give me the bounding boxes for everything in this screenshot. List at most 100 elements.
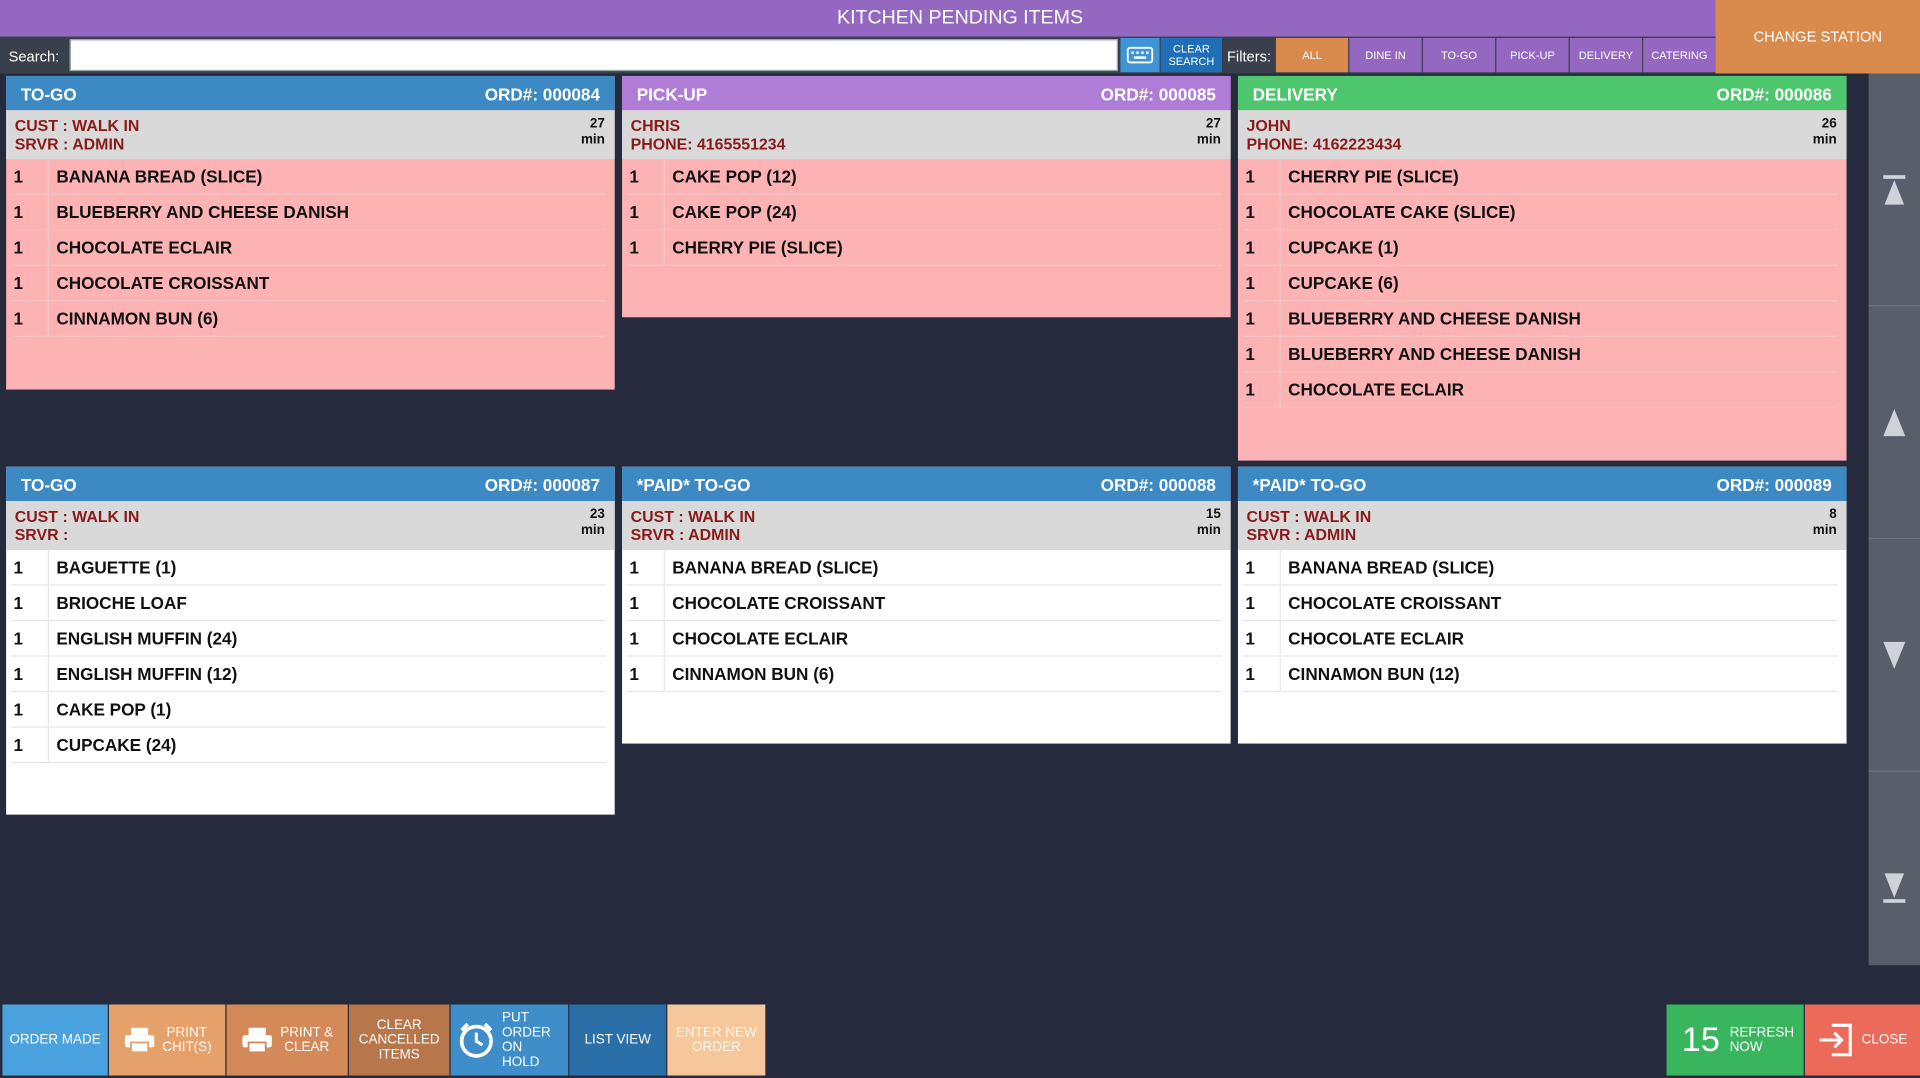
keyboard-button[interactable] (1120, 37, 1160, 73)
order-type: TO-GO (20, 84, 77, 105)
item-quantity: 1 (1245, 628, 1255, 649)
column-divider (1279, 585, 1281, 620)
filter-to-go-button[interactable]: TO-GO (1422, 37, 1496, 73)
scroll-down-button[interactable] (1868, 539, 1920, 772)
order-card[interactable]: *PAID* TO-GO ORD#: 000089 CUST : WALK IN… (1237, 466, 1847, 744)
order-card[interactable]: DELIVERY ORD#: 000086 JOHN PHONE: 416222… (1237, 75, 1847, 461)
scroll-to-top-icon (1883, 174, 1906, 204)
item-quantity: 1 (629, 663, 639, 684)
order-customer-info: CUST : WALK IN SRVR : ADMIN 15 min (622, 501, 1231, 551)
order-item-row[interactable]: 1 CHOCOLATE CROISSANT (11, 265, 607, 302)
scroll-up-button[interactable] (1868, 306, 1920, 539)
order-item-row[interactable]: 1 ENGLISH MUFFIN (12) (11, 656, 607, 693)
column-divider (47, 550, 49, 585)
column-divider (47, 230, 49, 265)
elapsed-minutes: 8 (1829, 507, 1837, 522)
order-type: DELIVERY (1252, 84, 1338, 105)
order-item-row[interactable]: 1 BANANA BREAD (SLICE) (11, 159, 607, 195)
order-item-row[interactable]: 1 CUPCAKE (1) (1242, 230, 1838, 266)
put-order-on-hold-button[interactable]: PUT ORDER ON HOLD (450, 1004, 569, 1076)
customer-line: CHRIS (630, 116, 681, 135)
order-item-row[interactable]: 1 BLUEBERRY AND CHEESE DANISH (11, 194, 607, 231)
clear-search-button[interactable]: CLEAR SEARCH (1160, 37, 1223, 73)
column-divider (663, 585, 665, 620)
item-name: CHOCOLATE CROISSANT (672, 592, 886, 613)
exit-icon (1820, 1023, 1853, 1057)
order-item-row[interactable]: 1 BLUEBERRY AND CHEESE DANISH (1242, 301, 1838, 337)
refresh-countdown: 15 (1681, 1020, 1720, 1059)
enter-new-order-button[interactable]: ENTER NEW ORDER (667, 1004, 766, 1076)
scroll-top-button[interactable] (1868, 74, 1920, 307)
order-item-row[interactable]: 1 CUPCAKE (6) (1242, 265, 1838, 302)
order-item-row[interactable]: 1 CUPCAKE (24) (11, 727, 607, 764)
order-item-row[interactable]: 1 CHOCOLATE CROISSANT (1242, 585, 1838, 622)
item-quantity: 1 (13, 557, 24, 577)
order-type: PICK-UP (636, 84, 708, 105)
change-station-button[interactable]: CHANGE STATION (1715, 0, 1920, 74)
search-input[interactable] (69, 39, 1118, 72)
order-card-header: *PAID* TO-GO ORD#: 000089 (1237, 466, 1847, 502)
refresh-now-label: REFRESH NOW (1729, 1025, 1795, 1055)
printer-icon (124, 1027, 154, 1054)
order-item-row[interactable]: 1 ENGLISH MUFFIN (24) (11, 621, 607, 657)
order-item-row[interactable]: 1 BANANA BREAD (SLICE) (1242, 550, 1838, 586)
print-and-clear-button[interactable]: PRINT & CLEAR (226, 1004, 348, 1076)
item-quantity: 1 (1245, 592, 1255, 613)
item-quantity: 1 (13, 735, 24, 755)
list-view-button[interactable]: LIST VIEW (569, 1004, 667, 1076)
order-item-row[interactable]: 1 CHERRY PIE (SLICE) (1242, 159, 1838, 195)
refresh-now-button[interactable]: 15 REFRESH NOW (1666, 1004, 1804, 1076)
filter-all-button[interactable]: ALL (1275, 37, 1349, 73)
order-item-row[interactable]: 1 CAKE POP (1) (11, 692, 607, 728)
print-chits-button[interactable]: PRINT CHIT(S) (108, 1004, 226, 1076)
elapsed-unit: min (580, 132, 605, 147)
column-divider (663, 159, 665, 194)
order-item-row[interactable]: 1 BRIOCHE LOAF (11, 585, 607, 622)
order-items: 1 BAGUETTE (1) 1 BRIOCHE LOAF 1 ENGLISH MUFFI… (6, 550, 615, 764)
order-item-row[interactable]: 1 CINNAMON BUN (6) (626, 656, 1223, 693)
elapsed-unit: min (1812, 523, 1837, 538)
elapsed-minutes: 27 (1205, 116, 1221, 132)
order-item-row[interactable]: 1 CHOCOLATE CAKE (SLICE) (1242, 194, 1838, 231)
clear-cancelled-items-button[interactable]: CLEAR CANCELLED ITEMS (348, 1004, 450, 1076)
item-name: CAKE POP (24) (672, 202, 797, 222)
order-item-row[interactable]: 1 BAGUETTE (1) (11, 550, 607, 586)
order-item-row[interactable]: 1 CHOCOLATE ECLAIR (626, 621, 1223, 657)
server-line: SRVR : ADMIN (1246, 525, 1357, 544)
order-item-row[interactable]: 1 CINNAMON BUN (12) (1242, 656, 1838, 693)
order-item-row[interactable]: 1 CAKE POP (24) (626, 194, 1223, 231)
order-made-button[interactable]: ORDER MADE (2, 1004, 108, 1076)
order-item-row[interactable]: 1 CINNAMON BUN (6) (11, 301, 607, 337)
item-name: CINNAMON BUN (6) (56, 308, 219, 329)
order-card[interactable]: TO-GO ORD#: 000084 CUST : WALK IN SRVR :… (6, 75, 615, 390)
order-card[interactable]: *PAID* TO-GO ORD#: 000088 CUST : WALK IN… (622, 466, 1231, 744)
order-item-row[interactable]: 1 CHOCOLATE ECLAIR (11, 230, 607, 266)
order-item-row[interactable]: 1 CAKE POP (12) (626, 159, 1223, 195)
scroll-bottom-button[interactable] (1869, 772, 1920, 1004)
order-item-row[interactable]: 1 CHOCOLATE ECLAIR (1242, 372, 1838, 408)
column-divider (1279, 621, 1281, 656)
filter-pick-up-button[interactable]: PICK-UP (1496, 37, 1569, 73)
elapsed-minutes: 15 (1205, 507, 1221, 522)
close-button[interactable]: CLOSE (1804, 1004, 1920, 1076)
filter-delivery-button[interactable]: DELIVERY (1569, 37, 1643, 73)
item-quantity: 1 (629, 202, 639, 222)
order-item-row[interactable]: 1 CHOCOLATE ECLAIR (1242, 621, 1838, 657)
column-divider (1279, 159, 1281, 194)
order-item-row[interactable]: 1 CHERRY PIE (SLICE) (626, 230, 1223, 266)
order-card[interactable]: TO-GO ORD#: 000087 CUST : WALK IN SRVR :… (6, 466, 615, 815)
order-items: 1 CAKE POP (12) 1 CAKE POP (24) 1 CHERRY PIE … (622, 159, 1231, 266)
arrow-up-icon (1883, 408, 1906, 436)
order-item-row[interactable]: 1 CHOCOLATE CROISSANT (626, 585, 1223, 622)
order-card[interactable]: PICK-UP ORD#: 000085 CHRIS PHONE: 416555… (622, 75, 1231, 318)
order-item-row[interactable]: 1 BLUEBERRY AND CHEESE DANISH (1242, 336, 1838, 373)
column-divider (47, 159, 49, 194)
order-item-row[interactable]: 1 BANANA BREAD (SLICE) (626, 550, 1223, 586)
order-customer-info: CUST : WALK IN SRVR : ADMIN 27 min (6, 110, 615, 160)
item-quantity: 1 (629, 557, 639, 577)
server-line: SRVR : ADMIN (630, 525, 741, 544)
order-customer-info: CUST : WALK IN SRVR : ADMIN 8 min (1237, 501, 1847, 551)
filter-catering-button[interactable]: CATERING (1643, 37, 1716, 73)
column-divider (1279, 194, 1281, 230)
filter-dine-in-button[interactable]: DINE IN (1349, 37, 1422, 73)
